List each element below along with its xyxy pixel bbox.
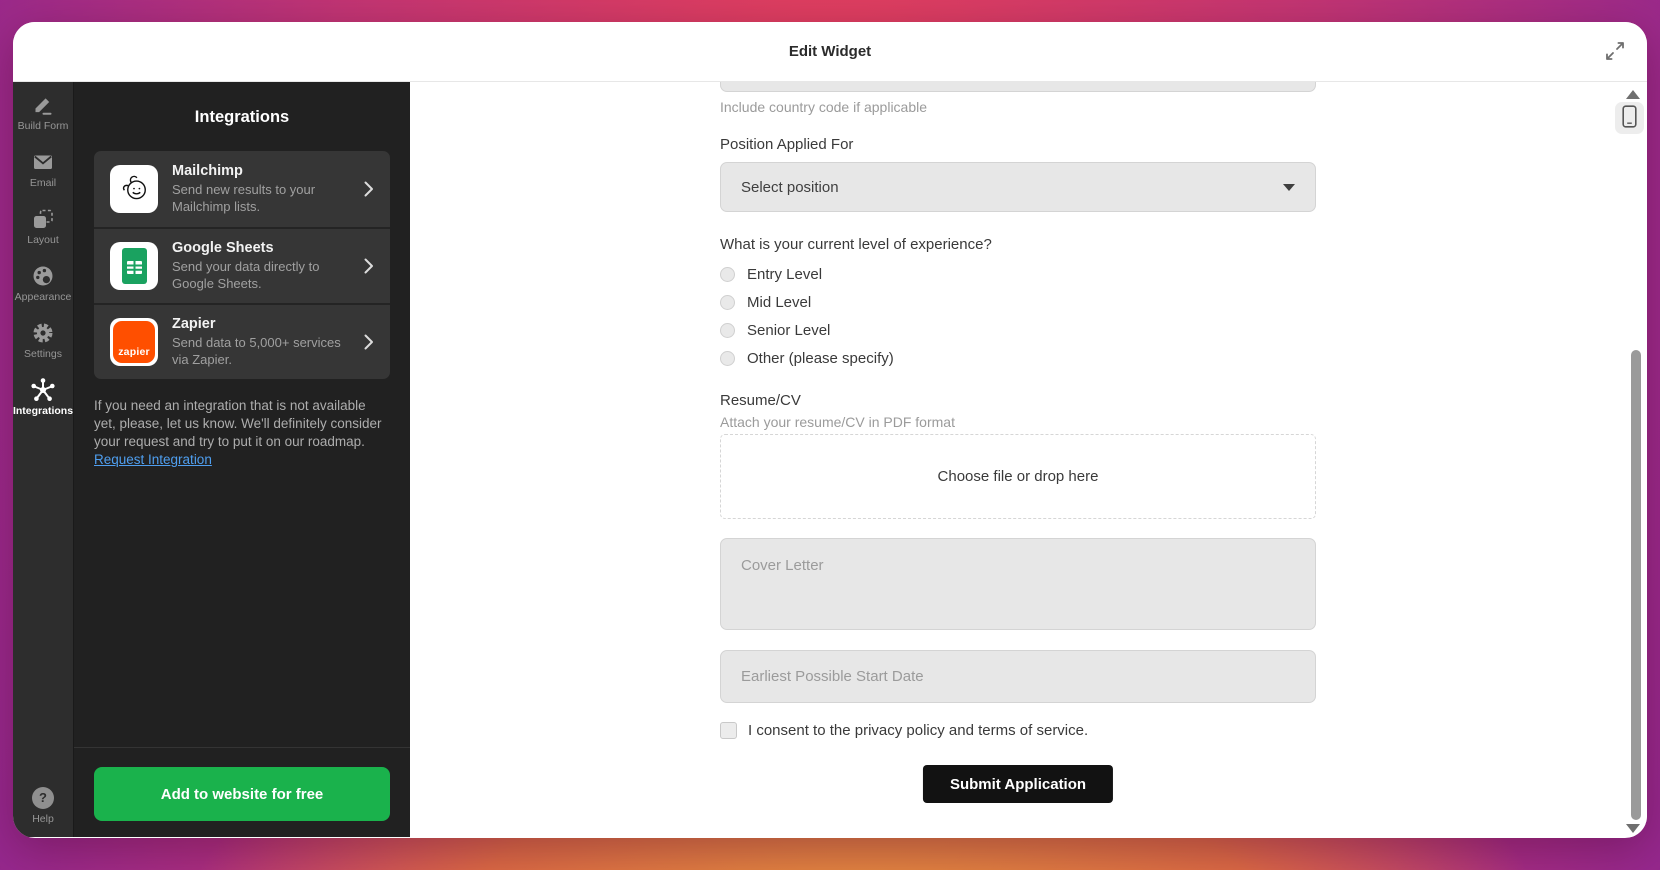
- scrollbar-down-arrow[interactable]: [1626, 824, 1640, 833]
- sidebar-item-integrations[interactable]: Integrations: [13, 377, 74, 423]
- mailchimp-monkey-icon: [110, 165, 158, 213]
- sidebar-item-label: Email: [30, 178, 56, 189]
- zapier-icon: zapier: [110, 318, 158, 366]
- sidebar-item-layout[interactable]: Layout: [13, 206, 74, 252]
- google-sheets-icon: [110, 242, 158, 290]
- integration-description: Send new results to your Mailchimp lists…: [172, 182, 344, 216]
- integration-card-google-sheets[interactable]: Google Sheets Send your data directly to…: [94, 227, 390, 303]
- integration-name: Zapier: [172, 316, 364, 332]
- radio-button[interactable]: [720, 267, 735, 282]
- palette-icon: [31, 263, 55, 289]
- add-to-website-button[interactable]: Add to website for free: [94, 767, 390, 821]
- chevron-down-icon: [1283, 184, 1295, 191]
- sidebar-item-appearance[interactable]: Appearance: [13, 263, 74, 309]
- resume-label: Resume/CV: [720, 392, 1316, 409]
- sidebar-item-label: Settings: [24, 349, 62, 360]
- submit-application-button[interactable]: Submit Application: [923, 765, 1113, 803]
- help-button[interactable]: ? Help: [32, 787, 54, 825]
- phone-hint: Include country code if applicable: [720, 99, 1316, 115]
- position-label: Position Applied For: [720, 136, 1316, 153]
- file-dropzone[interactable]: Choose file or drop here: [720, 434, 1316, 519]
- modal-header: Edit Widget: [13, 22, 1647, 82]
- integrations-node-icon: [30, 377, 56, 403]
- integration-name: Google Sheets: [172, 240, 364, 256]
- integration-name: Mailchimp: [172, 163, 364, 179]
- widget-preview: Include country code if applicable Posit…: [410, 82, 1647, 837]
- request-integration-note: If you need an integration that is not a…: [94, 397, 390, 469]
- dropzone-label: Choose file or drop here: [938, 468, 1099, 485]
- edit-widget-modal: Edit Widget Build Form: [13, 22, 1647, 838]
- integration-card-mailchimp[interactable]: Mailchimp Send new results to your Mailc…: [94, 151, 390, 227]
- integration-description: Send your data directly to Google Sheets…: [172, 259, 344, 293]
- consent-checkbox[interactable]: [720, 722, 737, 739]
- start-date-input[interactable]: Earliest Possible Start Date: [720, 650, 1316, 703]
- radio-button[interactable]: [720, 351, 735, 366]
- chevron-right-icon: [364, 334, 376, 350]
- mobile-phone-icon: [1622, 105, 1637, 131]
- sidebar-rail: Build Form Email Layout: [13, 82, 74, 837]
- experience-options: Entry Level Mid Level Senior Level Other…: [720, 266, 1316, 366]
- radio-option-entry-level[interactable]: Entry Level: [720, 266, 1316, 282]
- sidebar-item-build-form[interactable]: Build Form: [13, 92, 74, 138]
- radio-button[interactable]: [720, 295, 735, 310]
- question-mark-icon: ?: [32, 787, 54, 809]
- cover-letter-placeholder: Cover Letter: [741, 557, 824, 574]
- integrations-panel: Integrations: [74, 82, 410, 837]
- panel-footer: Add to website for free: [74, 747, 410, 837]
- consent-label: I consent to the privacy policy and term…: [748, 722, 1088, 739]
- request-integration-link[interactable]: Request Integration: [94, 452, 212, 467]
- pencil-icon: [31, 92, 55, 118]
- consent-row[interactable]: I consent to the privacy policy and term…: [720, 722, 1316, 739]
- start-date-placeholder: Earliest Possible Start Date: [741, 668, 924, 685]
- page-title: Edit Widget: [789, 43, 871, 60]
- zapier-logo-text: zapier: [118, 346, 150, 358]
- radio-option-senior-level[interactable]: Senior Level: [720, 322, 1316, 338]
- chevron-right-icon: [364, 181, 376, 197]
- panel-title: Integrations: [74, 108, 410, 127]
- chevron-right-icon: [364, 258, 376, 274]
- gradient-background: Edit Widget Build Form: [0, 0, 1660, 870]
- scrollbar-thumb[interactable]: [1631, 350, 1641, 820]
- position-select[interactable]: Select position: [720, 162, 1316, 212]
- radio-option-mid-level[interactable]: Mid Level: [720, 294, 1316, 310]
- sidebar-item-label: Layout: [27, 235, 59, 246]
- help-label: Help: [32, 814, 54, 825]
- integration-card-zapier[interactable]: zapier Zapier Send data to 5,000+ servic…: [94, 303, 390, 379]
- sidebar-item-settings[interactable]: Settings: [13, 320, 74, 366]
- note-text: If you need an integration that is not a…: [94, 398, 381, 449]
- resume-hint: Attach your resume/CV in PDF format: [720, 414, 1316, 430]
- scrollbar-up-arrow[interactable]: [1626, 90, 1640, 99]
- expand-button[interactable]: [1603, 40, 1627, 64]
- phone-field-partial[interactable]: [720, 82, 1316, 92]
- sidebar-item-email[interactable]: Email: [13, 149, 74, 195]
- layout-frames-icon: [31, 206, 55, 232]
- experience-question: What is your current level of experience…: [720, 236, 1316, 253]
- expand-arrows-icon: [1604, 40, 1626, 65]
- radio-option-other[interactable]: Other (please specify): [720, 350, 1316, 366]
- integration-list: Mailchimp Send new results to your Mailc…: [94, 151, 390, 379]
- gear-icon: [31, 320, 55, 346]
- position-select-value: Select position: [741, 179, 1283, 196]
- radio-button[interactable]: [720, 323, 735, 338]
- cover-letter-textarea[interactable]: Cover Letter: [720, 538, 1316, 630]
- envelope-icon: [31, 149, 55, 175]
- sidebar-item-label: Build Form: [18, 121, 69, 132]
- sidebar-item-label: Appearance: [15, 292, 72, 303]
- mobile-preview-toggle[interactable]: [1615, 102, 1644, 134]
- sidebar-item-label: Integrations: [13, 406, 73, 417]
- integration-description: Send data to 5,000+ services via Zapier.: [172, 335, 344, 369]
